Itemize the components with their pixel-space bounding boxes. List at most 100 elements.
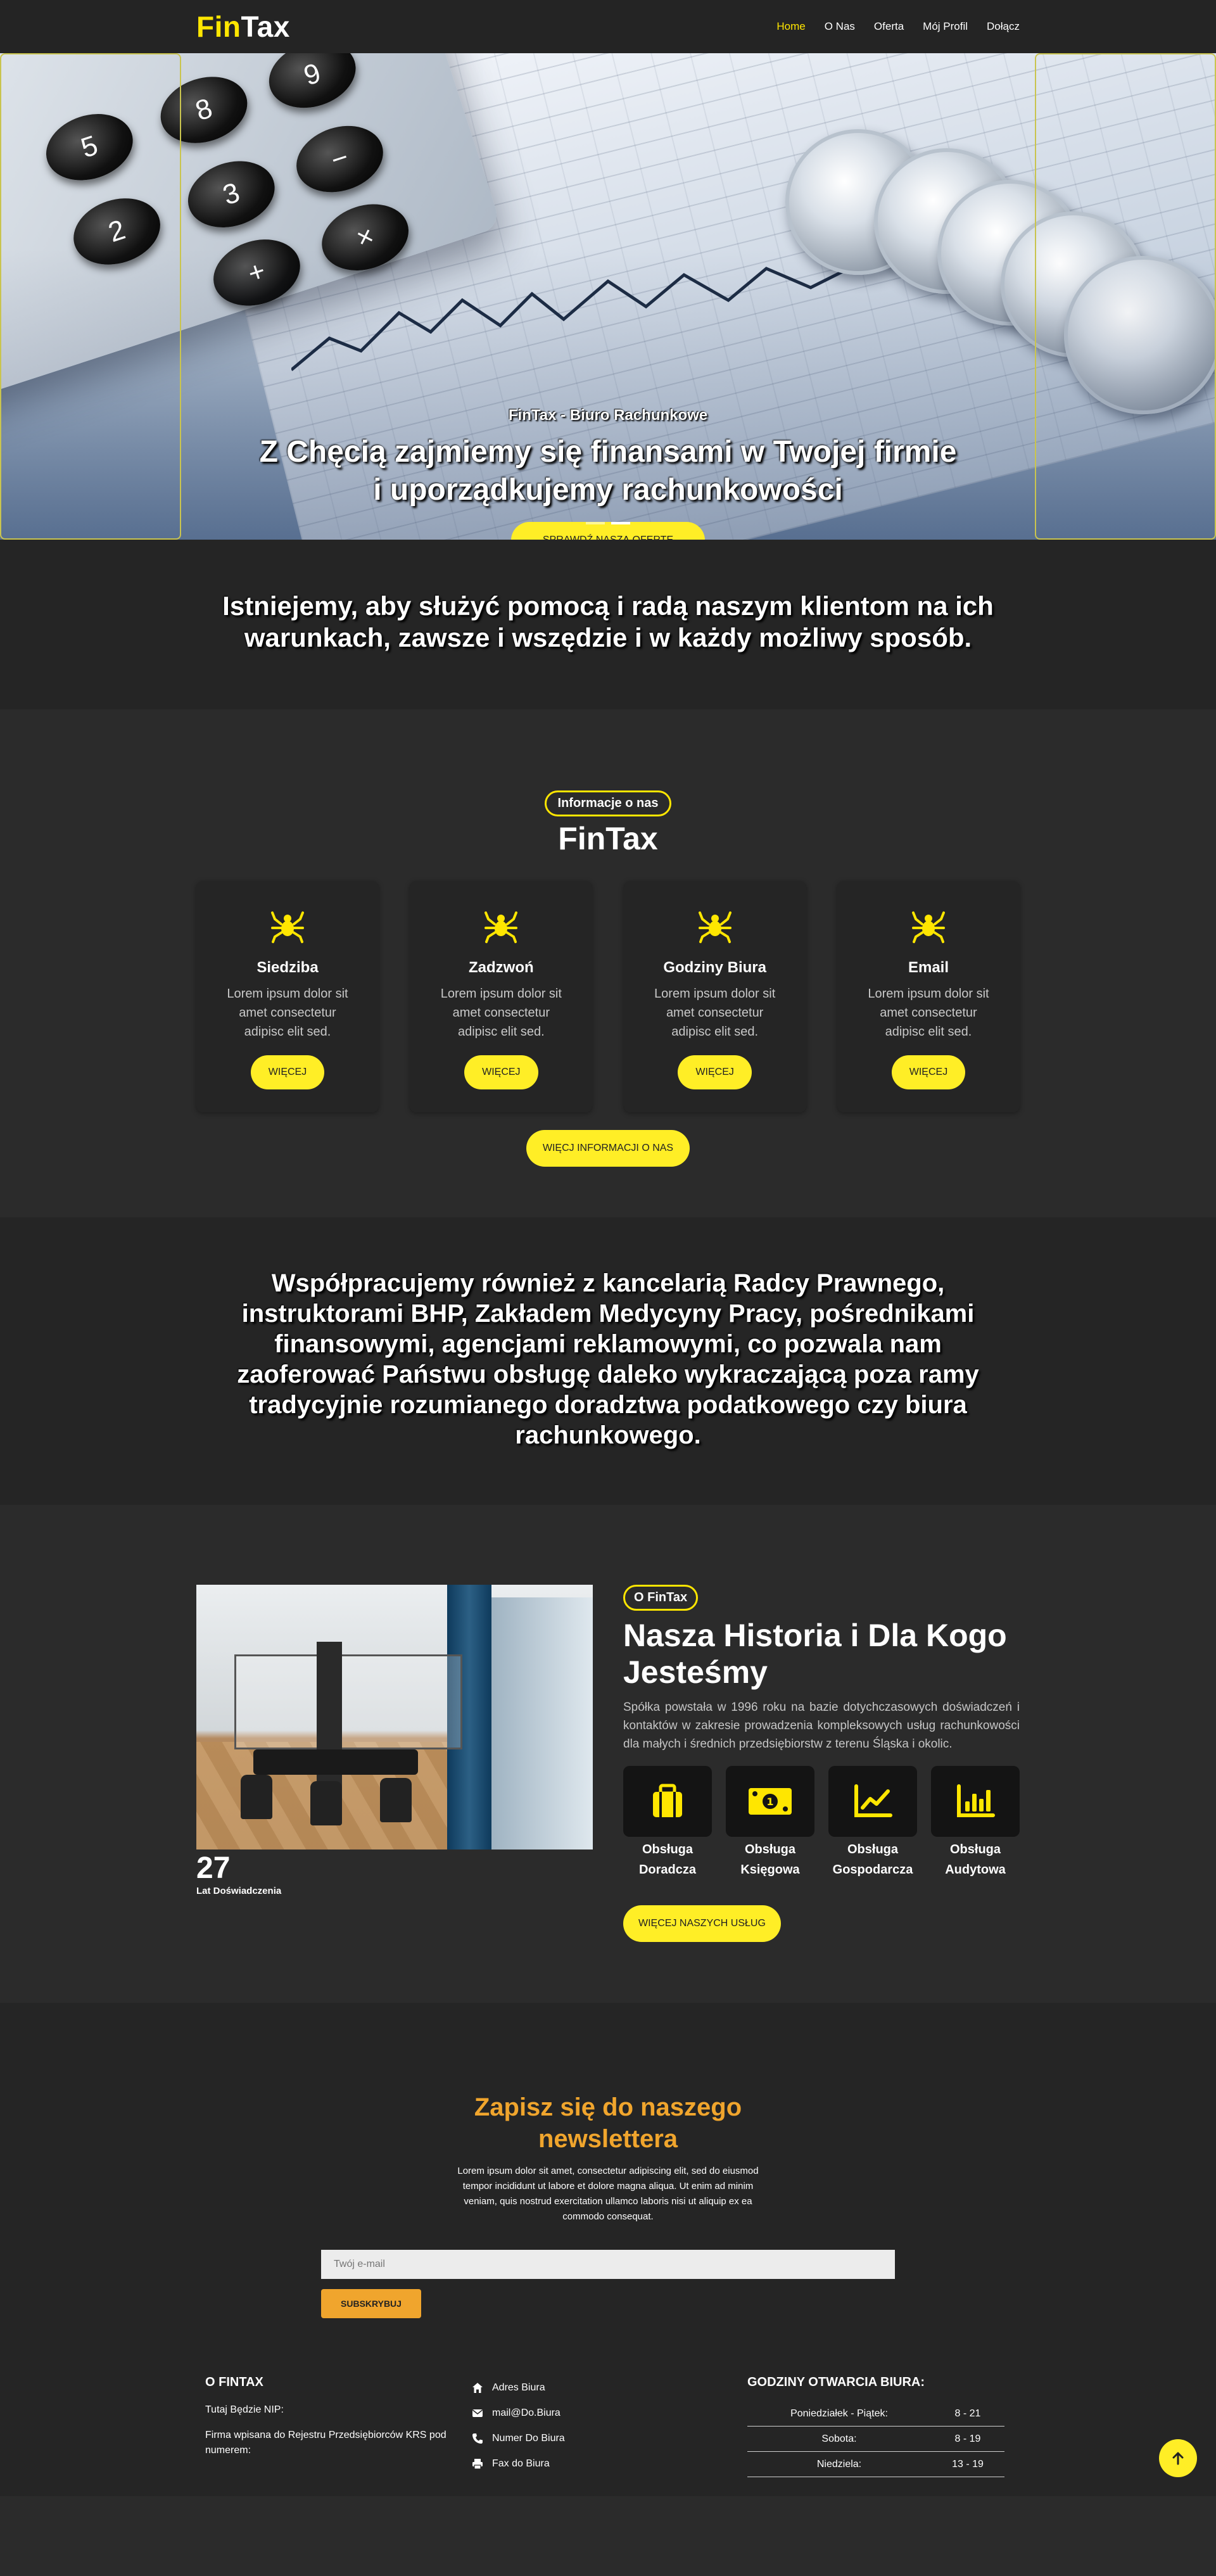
- partners-section: Współpracujemy również z kancelarią Radc…: [0, 1217, 1216, 1505]
- spider-icon: [484, 911, 518, 943]
- service-label-line1: Obsługa: [847, 1843, 898, 1856]
- hours-time: 13 - 19: [952, 2458, 984, 2470]
- office-table: [253, 1749, 418, 1775]
- spider-icon: [698, 911, 732, 943]
- nav-moj-profil[interactable]: Mój Profil: [923, 20, 968, 33]
- info-card-zadzwon: Zadzwoń Lorem ipsum dolor sit amet conse…: [410, 881, 593, 1112]
- subscribe-button[interactable]: SUBSKRYBUJ: [321, 2289, 421, 2318]
- newsletter-section: Zapisz się do naszego newslettera Lorem i…: [0, 2003, 1216, 2356]
- carousel-indicators: [0, 522, 1216, 524]
- nav-o-nas[interactable]: O Nas: [825, 20, 855, 33]
- contact-text: mail@Do.Biura: [492, 2408, 560, 2418]
- card-more-button[interactable]: WIĘCEJ: [464, 1055, 538, 1089]
- more-about-button[interactable]: WIĘCJ INFORMACJI O NAS: [526, 1130, 690, 1167]
- nav-dolacz[interactable]: Dołącz: [987, 20, 1020, 33]
- card-title: Siedziba: [256, 959, 319, 976]
- mission-statement: Istniejemy, aby służyć pomocą i radą nas…: [222, 591, 994, 652]
- card-more-button[interactable]: WIĘCEJ: [250, 1055, 325, 1089]
- service-doradcza[interactable]: Obsługa Doradcza: [623, 1766, 712, 1880]
- info-card-siedziba: Siedziba Lorem ipsum dolor sit amet cons…: [196, 881, 379, 1112]
- logo-fin: Fin: [196, 10, 241, 43]
- carousel-dot-1[interactable]: [586, 522, 605, 524]
- partners-statement: Współpracujemy również z kancelarią Radc…: [237, 1269, 979, 1449]
- hours-row: Niedziela: 13 - 19: [747, 2452, 1004, 2477]
- about-section: Informacje o nas FinTax Siedziba Lorem i…: [0, 709, 1216, 1217]
- phone-icon: [472, 2433, 483, 2444]
- contact-email[interactable]: mail@Do.Biura: [472, 2401, 747, 2426]
- office-glass-wall: [234, 1654, 462, 1749]
- contact-phone[interactable]: Numer Do Biura: [472, 2426, 747, 2451]
- contact-text: Fax do Biura: [492, 2458, 550, 2469]
- service-box: [623, 1766, 712, 1837]
- service-label: Obsługa Gospodarcza: [828, 1839, 917, 1880]
- back-to-top-button[interactable]: [1159, 2439, 1197, 2477]
- card-text: Lorem ipsum dolor sit amet consectetur a…: [227, 987, 348, 1039]
- info-card-email: Email Lorem ipsum dolor sit amet consect…: [837, 881, 1020, 1112]
- carousel-dot-2[interactable]: [611, 522, 630, 524]
- check-offer-button[interactable]: SPRAWDŹ NASZĄ OFERTĘ: [510, 522, 706, 540]
- about-badge: Informacje o nas: [544, 790, 672, 816]
- years-label: Lat Doświadczenia: [196, 1886, 282, 1896]
- service-label-line2: Księgowa: [740, 1863, 800, 1877]
- history-right: O FinTax Nasza Historia i Dla Kogo Jeste…: [623, 1585, 1020, 1942]
- nav-oferta[interactable]: Oferta: [874, 20, 904, 33]
- contact-text: Adres Biura: [492, 2382, 545, 2393]
- card-more-button[interactable]: WIĘCEJ: [678, 1055, 752, 1089]
- more-services-button[interactable]: WIĘCEJ NASZYCH USŁUG: [623, 1905, 781, 1942]
- office-window: [491, 1597, 593, 1850]
- history-heading: Nasza Historia i Dla Kogo Jesteśmy: [623, 1618, 1007, 1690]
- service-box: 1: [726, 1766, 814, 1837]
- footer-hours: GODZINY OTWARCIA BIURA: Poniedziałek - P…: [747, 2375, 1020, 2477]
- footer-about: O FINTAX Tutaj Będzie NIP: Firma wpisana…: [196, 2375, 472, 2477]
- newsletter-heading-line1: Zapisz się do naszego: [474, 2093, 742, 2121]
- hours-title: GODZINY OTWARCIA BIURA:: [747, 2375, 925, 2389]
- newsletter-text: Lorem ipsum dolor sit amet, consectetur …: [457, 2166, 759, 2222]
- history-left: 27 Lat Doświadczenia: [196, 1585, 593, 1942]
- about-cards: Siedziba Lorem ipsum dolor sit amet cons…: [196, 881, 1020, 1112]
- info-card-godziny: Godziny Biura Lorem ipsum dolor sit amet…: [623, 881, 806, 1112]
- home-icon: [472, 2383, 483, 2393]
- money-bill-icon: 1: [749, 1788, 792, 1815]
- footer-contacts: Adres Biura mail@Do.Biura Numer Do Biura…: [472, 2375, 747, 2477]
- bar-chart-icon: [957, 1784, 995, 1817]
- logo[interactable]: FinTax: [196, 10, 290, 44]
- years-value: 27: [196, 1851, 231, 1885]
- service-ksiegowa[interactable]: 1 Obsługa Księgowa: [726, 1766, 814, 1880]
- service-gospodarcza[interactable]: Obsługa Gospodarcza: [828, 1766, 917, 1880]
- svg-text:1: 1: [766, 1796, 773, 1808]
- service-label-line2: Doradcza: [638, 1863, 697, 1877]
- service-box: [828, 1766, 917, 1837]
- briefcase-icon: [653, 1784, 682, 1817]
- hours-day: Poniedziałek - Piątek:: [790, 2408, 888, 2419]
- card-more-button[interactable]: WIĘCEJ: [891, 1055, 966, 1089]
- service-audytowa[interactable]: Obsługa Audytowa: [931, 1766, 1020, 1880]
- mission-section: Istniejemy, aby służyć pomocą i radą nas…: [0, 540, 1216, 709]
- contact-address[interactable]: Adres Biura: [472, 2375, 747, 2401]
- service-label-line2: Gospodarcza: [832, 1863, 913, 1877]
- hours-time: 8 - 19: [954, 2433, 981, 2444]
- office-chair: [310, 1781, 342, 1825]
- card-text: Lorem ipsum dolor sit amet consectetur a…: [654, 987, 776, 1039]
- hero-carousel: 5 8 9 M+ 2 3 − × + FinTax - Biuro Rachun…: [0, 53, 1216, 540]
- contact-fax[interactable]: Fax do Biura: [472, 2451, 747, 2477]
- service-label-line1: Obsługa: [642, 1843, 693, 1856]
- footer: O FINTAX Tutaj Będzie NIP: Firma wpisana…: [0, 2356, 1216, 2496]
- newsletter-heading-line2: newslettera: [538, 2125, 678, 2153]
- history-badge: O FinTax: [623, 1585, 699, 1611]
- footer-about-title: O FINTAX: [205, 2375, 263, 2389]
- service-label: Obsługa Doradcza: [623, 1839, 712, 1880]
- services-grid: Obsługa Doradcza 1 Obsługa Księgowa Obsług…: [623, 1766, 1020, 1880]
- service-label: Obsługa Księgowa: [726, 1839, 814, 1880]
- page: FinTax Home O Nas Oferta Mój Profil Dołą…: [0, 0, 1216, 2496]
- office-chair: [241, 1775, 272, 1819]
- newsletter-email-input[interactable]: [321, 2250, 895, 2279]
- line-chart-icon: [854, 1784, 892, 1817]
- footer-krs: Firma wpisana do Rejestru Przedsiębiorcó…: [205, 2430, 446, 2456]
- card-text: Lorem ipsum dolor sit amet consectetur a…: [440, 987, 562, 1039]
- logo-tax: Tax: [241, 10, 290, 43]
- hero-title-line2: i uporządkujemy rachunkowości: [373, 473, 843, 507]
- hero-caption: FinTax - Biuro Rachunkowe Z Chęcią zajmi…: [0, 407, 1216, 540]
- nav-home[interactable]: Home: [776, 20, 805, 33]
- newsletter-form: SUBSKRYBUJ: [321, 2250, 895, 2318]
- arrow-up-icon: [1172, 2452, 1184, 2465]
